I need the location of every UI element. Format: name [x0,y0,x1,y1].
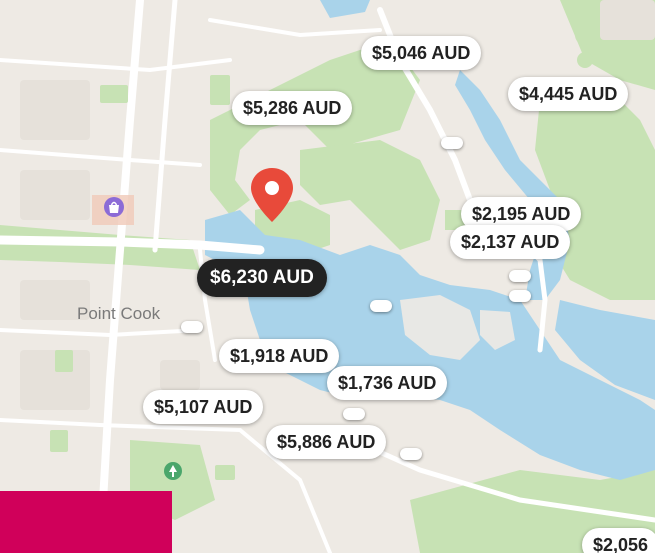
listing-dot[interactable] [343,408,365,420]
price-marker[interactable]: $1,918 AUD [219,339,340,373]
listing-dot[interactable] [441,137,463,149]
price-marker[interactable]: $2,056 [582,528,655,553]
brand-overlay-block [0,491,172,553]
place-label-point-cook: Point Cook [77,304,161,323]
price-marker[interactable]: $5,886 AUD [266,425,387,459]
price-marker[interactable]: $5,286 AUD [232,91,353,125]
price-marker[interactable]: $5,046 AUD [361,36,482,70]
listing-dot[interactable] [400,448,422,460]
listing-dot[interactable] [370,300,392,312]
listing-dot[interactable] [509,270,531,282]
location-pin-icon[interactable] [248,166,296,224]
map-view[interactable]: Point Cook $5,046 AUD $4,445 AUD $5,286 … [0,0,655,553]
price-marker[interactable]: $2,137 AUD [450,225,571,259]
listing-dot[interactable] [509,290,531,302]
shopping-poi-icon[interactable] [103,196,125,218]
price-marker-selected[interactable]: $6,230 AUD [197,259,327,297]
price-marker[interactable]: $1,736 AUD [327,366,448,400]
price-marker[interactable]: $5,107 AUD [143,390,264,424]
price-marker[interactable]: $4,445 AUD [508,77,629,111]
listing-dot[interactable] [181,321,203,333]
park-poi-icon[interactable] [163,461,183,481]
